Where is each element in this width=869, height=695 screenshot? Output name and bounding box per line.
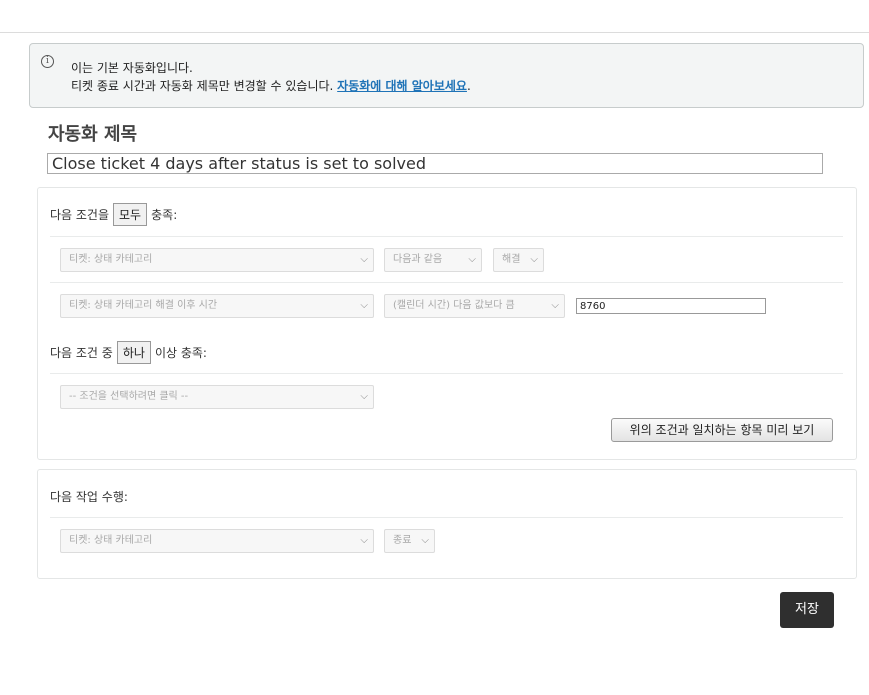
condition-field-value: 티켓: 상태 카테고리 해결 이후 시간 xyxy=(69,300,218,311)
chevron-down-icon: ⌵ xyxy=(468,254,476,265)
all-conditions-suffix: 충족: xyxy=(151,208,178,222)
condition-field-select[interactable]: 티켓: 상태 카테고리 ⌵ xyxy=(60,248,374,272)
condition-field-value: 티켓: 상태 카테고리 xyxy=(69,254,153,265)
actions-heading: 다음 작업 수행: xyxy=(50,490,128,504)
notice-text: 티켓 종료 시간과 자동화 제목만 변경할 수 있습니다. xyxy=(71,79,338,93)
chevron-down-icon: ⌵ xyxy=(360,391,368,402)
learn-automation-link[interactable]: 자동화에 대해 알아보세요 xyxy=(337,79,467,93)
preview-matches-button[interactable]: 위의 조건과 일치하는 항목 미리 보기 xyxy=(611,418,833,442)
info-icon: i xyxy=(41,55,54,68)
chevron-down-icon: ⌵ xyxy=(360,535,368,546)
divider xyxy=(50,282,843,283)
automation-title-label: 자동화 제목 xyxy=(48,124,138,145)
any-conditions-heading: 다음 조건 중 하나 이상 충족: xyxy=(50,341,207,364)
notice-line2: 티켓 종료 시간과 자동화 제목만 변경할 수 있습니다. 자동화에 대해 알아… xyxy=(71,77,471,94)
actions-panel: 다음 작업 수행: 티켓: 상태 카테고리 ⌵ 종료 ⌵ xyxy=(37,469,857,579)
conditions-panel: 다음 조건을 모두 충족: 티켓: 상태 카테고리 ⌵ 다음과 같음 ⌵ 해결 … xyxy=(37,187,857,460)
condition-value: 해결 xyxy=(502,254,521,265)
action-field-value: 티켓: 상태 카테고리 xyxy=(69,535,153,546)
divider xyxy=(50,373,843,374)
condition-field-select[interactable]: 티켓: 상태 카테고리 해결 이후 시간 ⌵ xyxy=(60,294,374,318)
any-conditions-prefix: 다음 조건 중 xyxy=(50,346,113,360)
all-conditions-chip[interactable]: 모두 xyxy=(113,203,148,226)
chevron-down-icon: ⌵ xyxy=(360,254,368,265)
all-conditions-prefix: 다음 조건을 xyxy=(50,208,110,222)
hours-input[interactable] xyxy=(576,298,766,314)
condition-value-select[interactable]: 해결 ⌵ xyxy=(493,248,544,272)
condition-operator-select[interactable]: 다음과 같음 ⌵ xyxy=(384,248,482,272)
any-condition-select[interactable]: -- 조건을 선택하려면 클릭 -- ⌵ xyxy=(60,385,374,409)
chevron-down-icon: ⌵ xyxy=(551,300,559,311)
any-condition-placeholder: -- 조건을 선택하려면 클릭 -- xyxy=(69,391,189,402)
all-conditions-heading: 다음 조건을 모두 충족: xyxy=(50,203,177,226)
notice-suffix: . xyxy=(466,79,471,93)
chevron-down-icon: ⌵ xyxy=(421,535,429,546)
notice-line1: 이는 기본 자동화입니다. xyxy=(71,61,193,75)
condition-operator-value: (캘린더 시간) 다음 값보다 큼 xyxy=(393,300,515,311)
any-conditions-chip[interactable]: 하나 xyxy=(116,341,151,364)
any-conditions-suffix: 이상 충족: xyxy=(154,346,207,360)
save-button[interactable]: 저장 xyxy=(780,592,834,628)
automation-title-input[interactable] xyxy=(47,153,823,174)
condition-operator-select[interactable]: (캘린더 시간) 다음 값보다 큼 ⌵ xyxy=(384,294,565,318)
action-field-select[interactable]: 티켓: 상태 카테고리 ⌵ xyxy=(60,529,374,553)
top-divider xyxy=(0,32,869,33)
action-value: 종료 xyxy=(393,535,412,546)
action-value-select[interactable]: 종료 ⌵ xyxy=(384,529,435,553)
info-notice: i 이는 기본 자동화입니다. 티켓 종료 시간과 자동화 제목만 변경할 수 … xyxy=(29,43,864,108)
chevron-down-icon: ⌵ xyxy=(530,254,538,265)
chevron-down-icon: ⌵ xyxy=(360,300,368,311)
condition-operator-value: 다음과 같음 xyxy=(393,254,443,265)
divider xyxy=(50,517,843,518)
divider xyxy=(50,236,843,237)
